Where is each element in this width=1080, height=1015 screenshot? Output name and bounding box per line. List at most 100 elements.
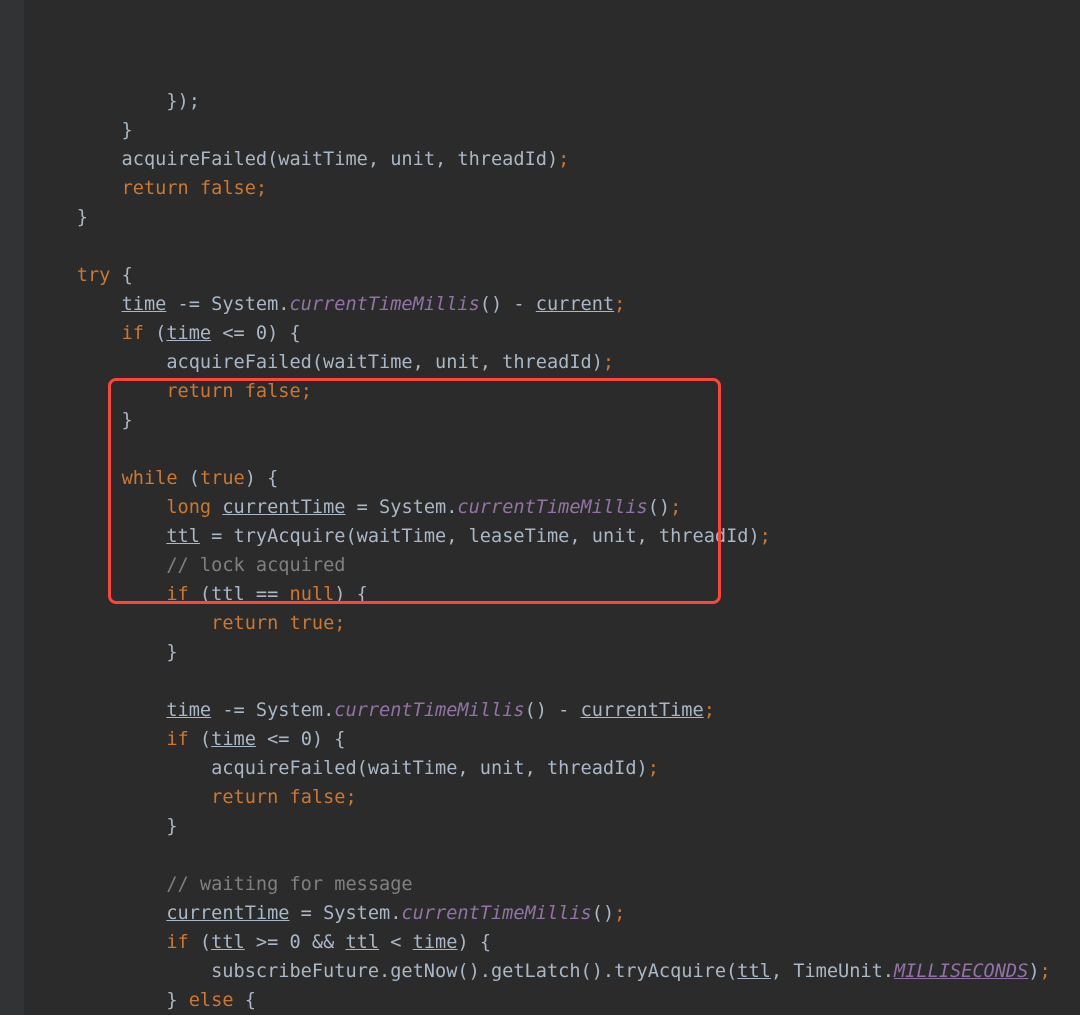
- code-token: [32, 671, 43, 692]
- code-line[interactable]: acquireFailed(waitTime, unit, threadId);: [32, 348, 1080, 377]
- code-line[interactable]: acquireFailed(waitTime, unit, threadId);: [32, 145, 1080, 174]
- code-token: }: [32, 410, 133, 431]
- code-token: [32, 555, 166, 576]
- code-token: }: [32, 120, 133, 141]
- code-token: currentTimeMillis: [334, 700, 524, 721]
- code-token: ,: [771, 961, 793, 982]
- code-line[interactable]: [32, 667, 1080, 696]
- code-token: if: [166, 584, 188, 605]
- code-token: ): [1028, 961, 1039, 982]
- code-token: ;: [704, 700, 715, 721]
- code-line[interactable]: time -= System.currentTimeMillis() - cur…: [32, 696, 1080, 725]
- code-line[interactable]: // lock acquired: [32, 551, 1080, 580]
- code-token: unit: [480, 758, 525, 779]
- code-line[interactable]: }: [32, 406, 1080, 435]
- code-token: }: [32, 207, 88, 228]
- code-line[interactable]: return true;: [32, 609, 1080, 638]
- code-line[interactable]: }: [32, 203, 1080, 232]
- code-token: (: [144, 323, 166, 344]
- code-token: <=: [256, 729, 301, 750]
- code-token: [32, 874, 166, 895]
- code-line[interactable]: [32, 232, 1080, 261]
- code-token: // waiting for message: [166, 874, 412, 895]
- code-line[interactable]: try {: [32, 261, 1080, 290]
- code-token: ttl: [166, 526, 200, 547]
- code-token: 0: [301, 729, 312, 750]
- code-line[interactable]: subscribeFuture.getNow().getLatch().tryA…: [32, 957, 1080, 986]
- code-line[interactable]: if (ttl == null) {: [32, 580, 1080, 609]
- code-token: ;: [603, 352, 614, 373]
- code-token: = System.: [345, 497, 457, 518]
- code-token: subscribeFuture.getNow().getLatch().tryA…: [32, 961, 737, 982]
- code-line[interactable]: if (time <= 0) {: [32, 319, 1080, 348]
- code-token: false: [245, 381, 301, 402]
- code-area[interactable]: }); } acquireFailed(waitTime, unit, thre…: [0, 87, 1080, 1015]
- code-token: [32, 178, 122, 199]
- code-token: }: [32, 816, 178, 837]
- code-line[interactable]: });: [32, 87, 1080, 116]
- code-token: ,: [569, 526, 591, 547]
- code-line[interactable]: while (true) {: [32, 464, 1080, 493]
- code-token: ;: [648, 758, 659, 779]
- code-token: [32, 265, 77, 286]
- code-token: ) {: [245, 468, 279, 489]
- code-token: [32, 932, 166, 953]
- code-token: time: [166, 323, 211, 344]
- code-token: unit: [592, 526, 637, 547]
- code-token: currentTime: [581, 700, 704, 721]
- code-token: ;: [614, 294, 625, 315]
- code-line[interactable]: [32, 841, 1080, 870]
- code-line[interactable]: }: [32, 638, 1080, 667]
- code-token: [32, 497, 166, 518]
- code-token: acquireFailed(waitTime: [32, 352, 413, 373]
- code-token: threadId): [547, 758, 648, 779]
- code-line[interactable]: long currentTime = System.currentTimeMil…: [32, 493, 1080, 522]
- code-line[interactable]: acquireFailed(waitTime, unit, threadId);: [32, 754, 1080, 783]
- code-token: true: [290, 613, 335, 634]
- code-token: ;: [301, 381, 312, 402]
- code-line[interactable]: }: [32, 116, 1080, 145]
- code-line[interactable]: return false;: [32, 174, 1080, 203]
- code-token: currentTime: [166, 903, 289, 924]
- code-token: ttl: [211, 932, 245, 953]
- code-token: threadId): [502, 352, 603, 373]
- code-token: // lock acquired: [166, 555, 345, 576]
- code-line[interactable]: if (ttl >= 0 && ttl < time) {: [32, 928, 1080, 957]
- code-line[interactable]: return false;: [32, 377, 1080, 406]
- code-token: [32, 845, 43, 866]
- code-token: currentTime: [222, 497, 345, 518]
- code-token: = tryAcquire(waitTime: [200, 526, 446, 547]
- code-token: time: [211, 729, 256, 750]
- code-token: current: [536, 294, 614, 315]
- code-token: unit: [435, 352, 480, 373]
- code-token: leaseTime: [469, 526, 570, 547]
- code-token: [32, 903, 166, 924]
- code-line[interactable]: [32, 435, 1080, 464]
- code-token: {: [110, 265, 132, 286]
- code-line[interactable]: return false;: [32, 783, 1080, 812]
- code-token: ;: [256, 178, 267, 199]
- code-line[interactable]: }: [32, 812, 1080, 841]
- code-line[interactable]: } else {: [32, 986, 1080, 1015]
- code-token: return: [166, 381, 244, 402]
- code-line[interactable]: ttl = tryAcquire(waitTime, leaseTime, un…: [32, 522, 1080, 551]
- code-token: [32, 236, 43, 257]
- code-token: TimeUnit.: [793, 961, 894, 982]
- code-token: time: [413, 932, 458, 953]
- code-token: 0: [256, 323, 267, 344]
- code-line[interactable]: if (time <= 0) {: [32, 725, 1080, 754]
- code-editor[interactable]: }); } acquireFailed(waitTime, unit, thre…: [0, 0, 1080, 1015]
- code-token: (: [178, 468, 200, 489]
- code-token: ,: [480, 352, 502, 373]
- code-token: }: [32, 642, 178, 663]
- code-token: ) {: [457, 932, 491, 953]
- code-token: (: [189, 729, 211, 750]
- code-token: threadId): [659, 526, 760, 547]
- code-line[interactable]: // waiting for message: [32, 870, 1080, 899]
- code-line[interactable]: currentTime = System.currentTimeMillis()…: [32, 899, 1080, 928]
- code-token: unit: [390, 149, 435, 170]
- code-line[interactable]: time -= System.currentTimeMillis() - cur…: [32, 290, 1080, 319]
- code-token: });: [32, 91, 200, 112]
- code-token: [32, 700, 166, 721]
- code-token: ) {: [312, 729, 346, 750]
